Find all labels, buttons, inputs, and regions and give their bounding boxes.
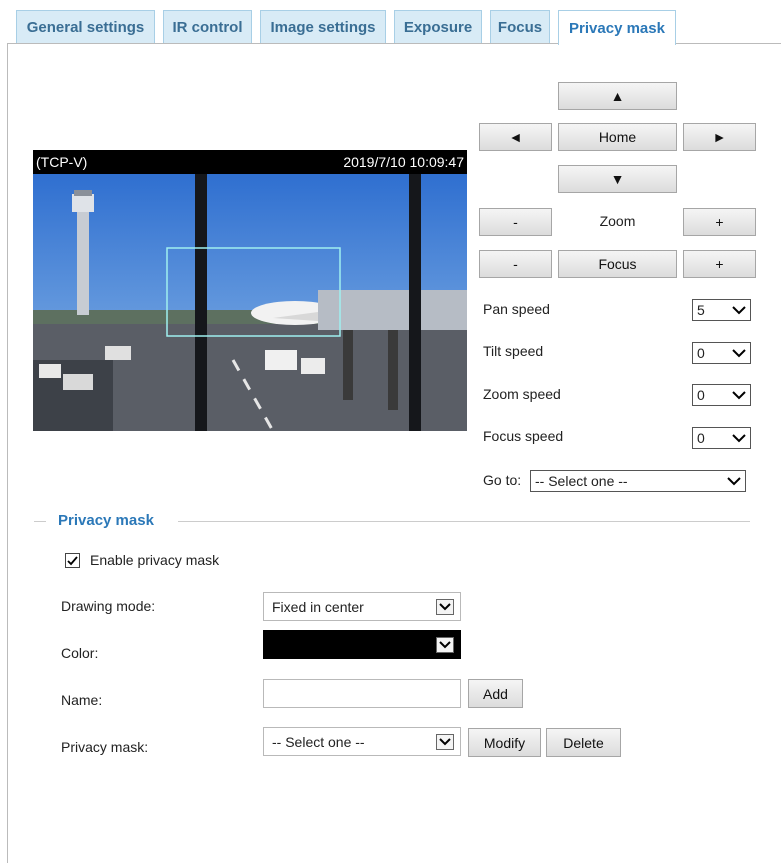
zoom-speed-select[interactable]: 0 [692,384,751,406]
pan-right-button[interactable]: ► [683,123,756,151]
drawing-mode-value: Fixed in center [272,598,364,615]
drawing-mode-label: Drawing mode: [61,598,156,614]
video-osd: (TCP-V) 2019/7/10 10:09:47 [33,150,467,174]
zoom-speed-value: 0 [697,387,705,403]
divider [178,521,750,522]
focus-far-button[interactable]: + [683,250,756,278]
color-select[interactable] [263,630,461,659]
delete-button[interactable]: Delete [546,728,621,757]
enable-privacy-mask-label: Enable privacy mask [90,552,220,568]
camera-scene-image [33,174,467,431]
tab-focus[interactable]: Focus [490,10,550,43]
tilt-speed-value: 0 [697,345,705,361]
zoom-out-button[interactable]: - [479,208,552,236]
privacy-mask-label: Privacy mask: [61,739,149,755]
focus-near-button[interactable]: - [479,250,552,278]
live-video-view[interactable]: (TCP-V) 2019/7/10 10:09:47 [33,150,467,431]
focus-speed-select[interactable]: 0 [692,427,751,449]
tab-general-settings[interactable]: General settings [16,10,155,43]
name-label: Name: [61,692,103,708]
checkmark-icon [67,556,78,566]
drawing-mode-select[interactable]: Fixed in center [263,592,461,621]
divider [34,521,46,522]
privacy-mask-value: -- Select one -- [272,733,365,750]
add-button[interactable]: Add [468,679,523,708]
stream-label: (TCP-V) [36,154,88,170]
chevron-down-icon [436,734,454,750]
zoom-speed-label: Zoom speed [483,386,561,402]
privacy-mask-section-header: Privacy mask [34,512,750,530]
focus-speed-value: 0 [697,430,705,446]
focus-button[interactable]: Focus [558,250,677,278]
tilt-speed-select[interactable]: 0 [692,342,751,364]
enable-privacy-mask-checkbox[interactable] [65,553,80,568]
pan-speed-select[interactable]: 5 [692,299,751,321]
video-timestamp: 2019/7/10 10:09:47 [343,154,464,170]
goto-preset-select[interactable]: -- Select one -- [530,470,746,492]
tilt-up-button[interactable]: ▲ [558,82,677,110]
modify-button[interactable]: Modify [468,728,541,757]
chevron-down-icon [731,387,747,403]
zoom-label: Zoom [599,213,636,229]
goto-label: Go to: [483,472,522,488]
focus-speed-label: Focus speed [483,428,564,444]
chevron-down-icon [436,637,454,653]
tilt-speed-label: Tilt speed [483,343,544,359]
chevron-down-icon [731,302,747,318]
tab-bar: General settings IR control Image settin… [0,0,781,45]
home-button[interactable]: Home [558,123,677,151]
tab-privacy-mask[interactable]: Privacy mask [558,10,676,45]
tab-exposure[interactable]: Exposure [394,10,482,43]
pan-speed-label: Pan speed [483,301,550,317]
zoom-in-button[interactable]: + [683,208,756,236]
tab-image-settings[interactable]: Image settings [260,10,386,43]
mask-name-input[interactable] [263,679,461,708]
pan-left-button[interactable]: ◄ [479,123,552,151]
privacy-mask-select[interactable]: -- Select one -- [263,727,461,756]
color-label: Color: [61,645,99,661]
pan-speed-value: 5 [697,302,705,318]
goto-preset-value: -- Select one -- [535,473,628,489]
chevron-down-icon [726,473,742,489]
tilt-down-button[interactable]: ▼ [558,165,677,193]
chevron-down-icon [731,430,747,446]
section-title: Privacy mask [58,512,154,529]
tab-ir-control[interactable]: IR control [163,10,252,43]
chevron-down-icon [436,599,454,615]
chevron-down-icon [731,345,747,361]
